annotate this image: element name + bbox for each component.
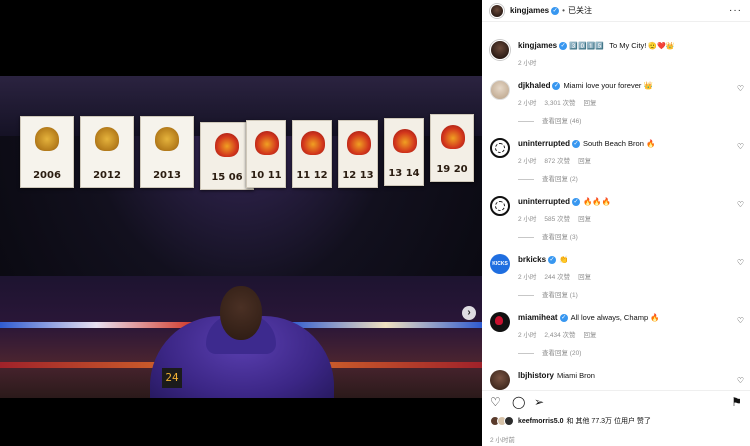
username[interactable]: lbjhistory bbox=[518, 371, 554, 380]
view-replies[interactable]: 查看回复 (20) bbox=[518, 347, 581, 357]
action-bar: ♡ ◯ ➢ ⚑ bbox=[482, 390, 750, 412]
heat-banner: 10 11 bbox=[246, 120, 286, 188]
more-options-icon[interactable]: ··· bbox=[729, 5, 742, 16]
verified-icon: ✓ bbox=[559, 314, 568, 323]
reply-button[interactable]: 回复 bbox=[584, 100, 597, 107]
heart-icon[interactable]: ♡ bbox=[737, 376, 744, 385]
username[interactable]: miamiheat bbox=[518, 313, 558, 322]
verified-icon: ✓ bbox=[559, 42, 568, 51]
reply-button[interactable]: 回复 bbox=[584, 332, 597, 339]
comment-meta: 2 小时 244 次赞 回复 bbox=[518, 274, 592, 281]
scoreboard: 24 bbox=[162, 368, 182, 388]
share-icon[interactable]: ➢ bbox=[534, 396, 544, 408]
heat-banner: 19 20 bbox=[430, 114, 474, 182]
avatar[interactable]: KICKS bbox=[490, 254, 510, 274]
heart-icon[interactable]: ♡ bbox=[737, 200, 744, 209]
comment-text: 👏 bbox=[559, 255, 569, 264]
comment-text: 🔥🔥🔥 bbox=[583, 197, 612, 206]
avatar[interactable] bbox=[490, 312, 510, 332]
view-replies[interactable]: 查看回复 (1) bbox=[518, 289, 578, 299]
heart-icon[interactable]: ♡ bbox=[737, 142, 744, 151]
liker-avatars bbox=[490, 416, 514, 426]
reply-button[interactable]: 回复 bbox=[578, 216, 591, 223]
separator-dot: • bbox=[562, 6, 565, 15]
caption-emoji: 🫡❤️👑 bbox=[648, 43, 675, 50]
liked-by-user[interactable]: keefmorris5.0 bbox=[518, 418, 564, 425]
bookmark-icon[interactable]: ⚑ bbox=[731, 396, 742, 408]
comment-meta: 2 小时 585 次赞 回复 bbox=[518, 216, 592, 223]
username[interactable]: uninterrupted bbox=[518, 139, 570, 148]
player-head bbox=[220, 286, 262, 340]
heart-icon[interactable]: ♡ bbox=[737, 84, 744, 93]
verified-icon: ✓ bbox=[548, 256, 557, 265]
avatar[interactable] bbox=[490, 40, 510, 60]
heat-banner: 12 13 bbox=[338, 120, 378, 188]
side-panel: kingjames ✓ • 已关注 ··· kingjames ✓ 3️⃣0️⃣1… bbox=[482, 0, 750, 446]
verified-icon: ✓ bbox=[552, 82, 561, 91]
username[interactable]: kingjames bbox=[518, 41, 557, 50]
verified-icon: ✓ bbox=[551, 6, 560, 15]
comment-meta: 2 小时 872 次赞 回复 bbox=[518, 158, 592, 165]
heart-icon[interactable]: ♡ bbox=[737, 316, 744, 325]
avatar[interactable] bbox=[490, 370, 510, 390]
view-replies[interactable]: 查看回复 (3) bbox=[518, 231, 578, 241]
view-replies[interactable]: 查看回复 (46) bbox=[518, 115, 581, 125]
comment-text: South Beach Bron 🔥 bbox=[583, 139, 656, 148]
username[interactable]: djkhaled bbox=[518, 81, 550, 90]
post-time: 2 小时前 bbox=[490, 437, 515, 444]
championship-banner: 2012 bbox=[80, 116, 134, 188]
caption-line: kingjames ✓ 3️⃣0️⃣1️⃣5️⃣ To My City! 🫡❤️👑 bbox=[518, 41, 675, 51]
view-replies[interactable]: 查看回复 (2) bbox=[518, 173, 578, 183]
avatar[interactable] bbox=[490, 196, 510, 216]
like-count: 872 次赞 bbox=[544, 158, 571, 165]
username[interactable]: brkicks bbox=[518, 255, 546, 264]
comment-icon[interactable]: ◯ bbox=[512, 396, 525, 408]
like-count: 3,301 次赞 bbox=[544, 100, 576, 107]
comment-meta: 2 小时 2,434 次赞 回复 bbox=[518, 332, 597, 339]
username[interactable]: kingjames bbox=[510, 6, 549, 15]
comment-text: Miami love your forever 👑 bbox=[563, 81, 653, 90]
championship-banner: 2006 bbox=[20, 116, 74, 188]
media-pane: 2006 2012 2013 15 06 10 11 11 12 12 13 1… bbox=[0, 0, 482, 446]
comment-text: All love always, Champ 🔥 bbox=[570, 313, 660, 322]
post-photo: 2006 2012 2013 15 06 10 11 11 12 12 13 1… bbox=[0, 76, 482, 398]
caption-text: To My City! bbox=[609, 41, 647, 50]
reply-button[interactable]: 回复 bbox=[578, 158, 591, 165]
like-count: 585 次赞 bbox=[544, 216, 571, 223]
heart-icon[interactable]: ♡ bbox=[737, 258, 744, 267]
liked-by-text: 和 其他 77.3万 位用户 赞了 bbox=[566, 418, 651, 425]
championship-banner: 2013 bbox=[140, 116, 194, 188]
heat-banner: 13 14 bbox=[384, 118, 424, 186]
follow-button[interactable]: 已关注 bbox=[568, 5, 592, 16]
like-count: 2,434 次赞 bbox=[544, 332, 576, 339]
avatar[interactable] bbox=[490, 3, 504, 18]
verified-icon: ✓ bbox=[572, 140, 580, 149]
like-heart-icon[interactable]: ♡ bbox=[490, 396, 501, 408]
reply-button[interactable]: 回复 bbox=[578, 274, 591, 281]
comment-list[interactable]: kingjames ✓ 3️⃣0️⃣1️⃣5️⃣ To My City! 🫡❤️👑… bbox=[482, 30, 750, 390]
caption-emoji: 3️⃣0️⃣1️⃣5️⃣ bbox=[569, 43, 605, 50]
avatar[interactable] bbox=[490, 138, 510, 158]
comment-text: Miami Bron bbox=[557, 371, 595, 380]
username[interactable]: uninterrupted bbox=[518, 197, 570, 206]
heat-banner: 11 12 bbox=[292, 120, 332, 188]
liked-by[interactable]: keefmorris5.0 和 其他 77.3万 位用户 赞了 bbox=[490, 416, 750, 426]
caption-time: 2 小时 bbox=[518, 60, 537, 67]
verified-icon: ✓ bbox=[572, 198, 580, 207]
comment-meta: 2 小时 3,301 次赞 回复 bbox=[518, 100, 597, 107]
chevron-right-icon[interactable]: › bbox=[462, 306, 476, 320]
like-count: 244 次赞 bbox=[544, 274, 571, 281]
avatar[interactable] bbox=[490, 80, 510, 100]
post-header: kingjames ✓ • 已关注 ··· bbox=[482, 0, 750, 22]
